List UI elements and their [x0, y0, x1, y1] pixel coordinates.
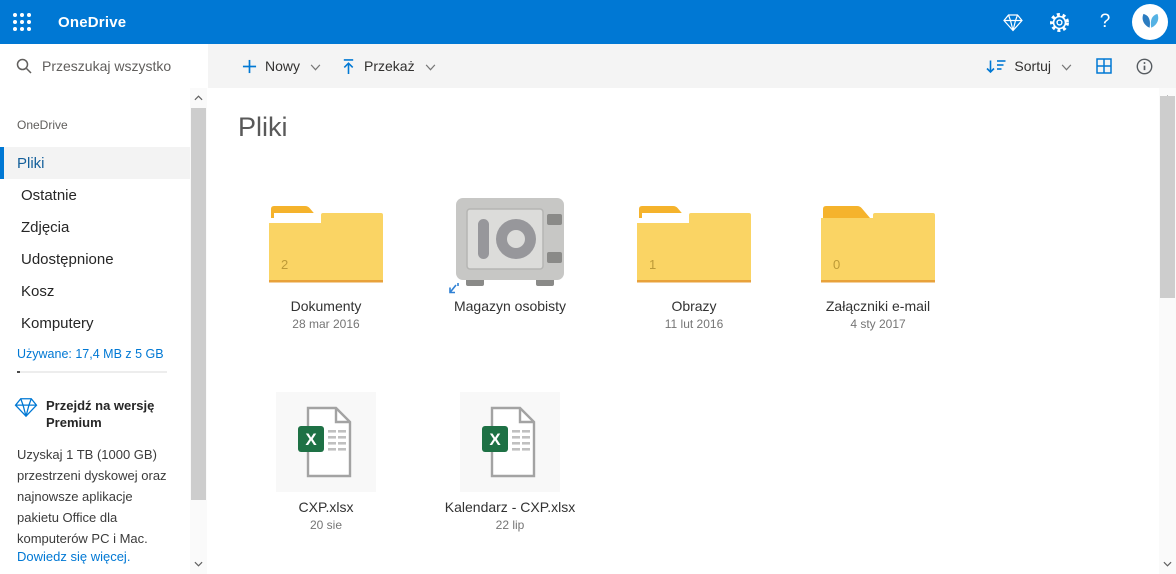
- file-thumbnail: X: [460, 392, 560, 492]
- tile-row-folders: 2 Dokumenty 28 mar 2016 Magazyn osobisty…: [246, 191, 982, 331]
- chevron-down-icon: [425, 63, 435, 71]
- command-bar: Nowy Przekaż: [0, 44, 1176, 88]
- user-avatar[interactable]: [1132, 4, 1168, 40]
- tile-row-files: X CXP.xlsx 20 sie X Kalendarz - CXP.xlsx…: [246, 392, 614, 532]
- sidebar-item-ostatnie[interactable]: Ostatnie: [0, 179, 190, 211]
- scrollbar-thumb[interactable]: [1160, 96, 1175, 298]
- file-tile-kalendarz-cxp-xlsx[interactable]: X Kalendarz - CXP.xlsx 22 lip: [430, 392, 590, 532]
- tile-name[interactable]: Załączniki e-mail: [826, 298, 930, 314]
- grid-view-icon: [1096, 58, 1112, 74]
- premium-diamond-button[interactable]: [990, 0, 1036, 44]
- scroll-up-arrow[interactable]: [190, 90, 207, 106]
- sidebar-nav: OneDrive Pliki Ostatnie Zdjęcia Udostępn…: [0, 88, 190, 574]
- sort-icon: [986, 60, 1006, 74]
- diamond-icon: [1003, 13, 1023, 31]
- vault-tile-magazyn-osobisty[interactable]: Magazyn osobisty: [430, 191, 590, 331]
- premium-description: Uzyskaj 1 TB (1000 GB) przestrzeni dysko…: [17, 447, 167, 546]
- sidebar-item-komputery[interactable]: Komputery: [0, 307, 190, 339]
- app-title[interactable]: OneDrive: [58, 14, 126, 31]
- tile-name[interactable]: Magazyn osobisty: [454, 298, 566, 314]
- help-button[interactable]: ?: [1082, 0, 1128, 44]
- chevron-down-icon: [1061, 63, 1072, 71]
- tile-date: 11 lut 2016: [664, 317, 724, 331]
- scrollbar-thumb[interactable]: [191, 108, 206, 500]
- app-launcher-icon[interactable]: [0, 0, 44, 44]
- folder-tile-dokumenty[interactable]: 2 Dokumenty 28 mar 2016: [246, 191, 406, 331]
- tile-name[interactable]: CXP.xlsx: [299, 499, 354, 515]
- excel-file-icon: X: [298, 406, 352, 478]
- chevron-down-icon: [310, 63, 321, 71]
- storage-usage-bar: [17, 371, 167, 373]
- waffle-icon: [13, 13, 31, 31]
- sidebar-scrollbar[interactable]: [190, 88, 207, 574]
- sidebar-item-kosz[interactable]: Kosz: [0, 275, 190, 307]
- folder-icon: 2: [269, 198, 383, 284]
- file-thumbnail: X: [276, 392, 376, 492]
- folder-icon: 1: [637, 198, 751, 284]
- tile-date: 22 lip: [495, 518, 525, 532]
- upload-icon: [343, 58, 354, 74]
- settings-button[interactable]: [1036, 0, 1082, 44]
- sort-button[interactable]: Sortuj: [976, 52, 1082, 80]
- gear-icon: [1049, 12, 1069, 32]
- premium-upsell: Przejdź na wersję Premium Uzyskaj 1 TB (…: [14, 397, 172, 564]
- search-input[interactable]: [42, 58, 202, 74]
- search-box[interactable]: [0, 44, 208, 88]
- info-icon: [1136, 58, 1152, 74]
- upload-button[interactable]: Przekaż: [331, 52, 446, 81]
- folder-item-count: 2: [281, 257, 289, 272]
- sidebar-section-label: OneDrive: [17, 118, 68, 132]
- plus-icon: [242, 59, 257, 73]
- page-title: Pliki: [238, 112, 288, 142]
- toolbar: Nowy Przekaż Sortuj: [208, 44, 1176, 88]
- diamond-icon: [14, 398, 38, 418]
- file-tile-cxp-xlsx[interactable]: X CXP.xlsx 20 sie: [246, 392, 406, 532]
- sidebar-item-udostepnione[interactable]: Udostępnione: [0, 243, 190, 275]
- tile-date: 28 mar 2016: [292, 317, 360, 331]
- sidebar-item-zdjecia[interactable]: Zdjęcia: [0, 211, 190, 243]
- sidebar-item-pliki[interactable]: Pliki: [0, 147, 190, 179]
- tile-name[interactable]: Dokumenty: [291, 298, 362, 314]
- excel-file-icon: X: [482, 406, 536, 478]
- top-app-bar: OneDrive ?: [0, 0, 1176, 44]
- storage-usage-fill: [17, 371, 20, 373]
- folder-item-count: 1: [649, 257, 657, 272]
- info-button[interactable]: [1126, 48, 1162, 84]
- premium-learn-more-link[interactable]: Dowiedz się więcej.: [17, 549, 172, 564]
- tile-name[interactable]: Obrazy: [671, 298, 716, 314]
- folder-icon: 0: [821, 198, 935, 284]
- new-button-label: Nowy: [265, 58, 301, 74]
- folder-tile-zalaczniki-email[interactable]: 0 Załączniki e-mail 4 sty 2017: [798, 191, 958, 331]
- folder-item-count: 0: [833, 257, 841, 272]
- files-content-area: Pliki 2 Dokumenty 28 mar 2016 Magazyn os…: [208, 88, 1159, 574]
- scroll-down-arrow[interactable]: [190, 556, 207, 572]
- personal-vault-safe-icon: [456, 198, 564, 286]
- svg-text:X: X: [489, 430, 501, 449]
- tile-name[interactable]: Kalendarz - CXP.xlsx: [445, 499, 575, 515]
- tile-date: 20 sie: [309, 518, 343, 532]
- storage-usage-text: Używane: 17,4 MB z 5 GB: [17, 347, 164, 361]
- main-scrollbar[interactable]: [1159, 88, 1176, 574]
- sort-button-label: Sortuj: [1014, 58, 1051, 74]
- folder-tile-obrazy[interactable]: 1 Obrazy 11 lut 2016: [614, 191, 774, 331]
- scroll-down-arrow[interactable]: [1159, 556, 1176, 572]
- avatar-logo-icon: [1142, 13, 1159, 28]
- premium-title: Przejdź na wersję Premium: [46, 398, 155, 430]
- search-icon: [16, 58, 32, 74]
- tile-date: 4 sty 2017: [850, 317, 906, 331]
- new-button[interactable]: Nowy: [232, 52, 331, 80]
- svg-text:X: X: [305, 430, 317, 449]
- view-grid-button[interactable]: [1086, 48, 1122, 84]
- upload-button-label: Przekaż: [364, 58, 415, 74]
